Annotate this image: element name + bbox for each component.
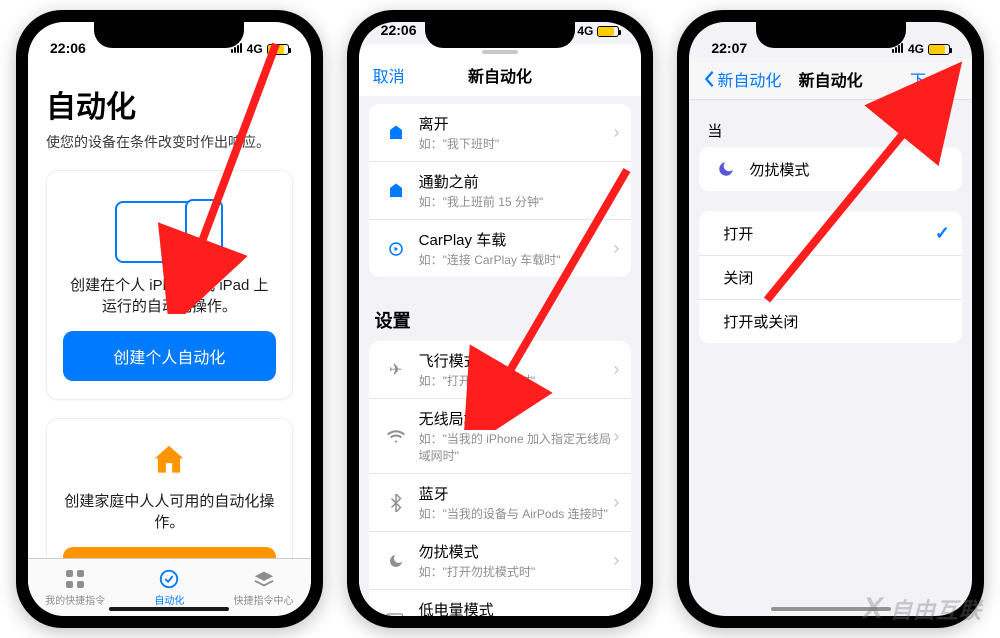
bluetooth-icon bbox=[383, 494, 409, 512]
page-subtitle: 使您的设备在条件改变时作出响应。 bbox=[46, 132, 293, 152]
trigger-before-commute[interactable]: 通勤之前 如："我上班前 15 分钟" › bbox=[369, 161, 632, 219]
stack-icon bbox=[219, 568, 309, 590]
row-title: 勿扰模式 bbox=[749, 159, 950, 180]
personal-automation-card: 创建在个人 iPhone 或 iPad 上运行的自动化操作。 创建个人自动化 bbox=[46, 170, 293, 400]
tab-gallery[interactable]: 快捷指令中心 bbox=[219, 568, 309, 607]
trigger-do-not-disturb[interactable]: 勿扰模式 如："打开勿扰模式时" › bbox=[369, 531, 632, 589]
trigger-low-power[interactable]: 低电量模式 例如："低电量模式已关闭时" › bbox=[369, 589, 632, 616]
network-label: 4G bbox=[908, 42, 924, 56]
chevron-right-icon: › bbox=[613, 238, 619, 259]
option-turn-off[interactable]: 关闭 bbox=[699, 255, 962, 299]
notch bbox=[94, 22, 244, 48]
row-sub: 如："当我的设备与 AirPods 连接时" bbox=[419, 505, 614, 522]
low-battery-icon bbox=[383, 613, 409, 617]
row-title: 低电量模式 bbox=[419, 599, 614, 616]
chevron-right-icon: › bbox=[613, 359, 619, 380]
home-indicator[interactable] bbox=[109, 607, 229, 611]
devices-illustration bbox=[63, 189, 276, 263]
watermark-text: 自由互联 bbox=[890, 593, 982, 625]
trigger-carplay[interactable]: CarPlay 车载 如："连接 CarPlay 车载时" › bbox=[369, 219, 632, 277]
section-settings-header: 设置 bbox=[359, 291, 642, 341]
row-sub: 如："打开飞行模式时" bbox=[419, 372, 614, 389]
status-time: 22:06 bbox=[381, 22, 417, 38]
back-label: 新自动化 bbox=[717, 67, 781, 91]
wifi-icon bbox=[383, 429, 409, 443]
notch bbox=[425, 22, 575, 48]
nav-title: 新自动化 bbox=[799, 67, 863, 91]
commute-icon bbox=[383, 182, 409, 200]
row-title: 打开 bbox=[723, 223, 935, 244]
tab-automation[interactable]: 自动化 bbox=[124, 568, 214, 607]
grid-icon bbox=[30, 568, 120, 590]
chevron-right-icon: › bbox=[613, 550, 619, 571]
phone-frame-2: 22:06 4G 取消 新自动化 bbox=[347, 10, 654, 628]
row-title: 通勤之前 bbox=[419, 171, 614, 192]
watermark-logo-icon: X bbox=[863, 592, 884, 626]
location-leave-icon bbox=[383, 124, 409, 142]
phone-frame-3: 22:07 4G 新自动化 新自动化 下一步 当 bbox=[677, 10, 984, 628]
row-title: CarPlay 车载 bbox=[419, 229, 614, 250]
home-automation-card: 创建家庭中人人可用的自动化操作。 设置家居中枢 bbox=[46, 418, 293, 558]
airplane-icon: ✈ bbox=[383, 360, 409, 380]
network-label: 4G bbox=[577, 24, 593, 38]
row-sub: 如："我上班前 15 分钟" bbox=[419, 193, 614, 210]
tab-my-shortcuts[interactable]: 我的快捷指令 bbox=[30, 568, 120, 607]
row-title: 蓝牙 bbox=[419, 483, 614, 504]
row-title: 关闭 bbox=[723, 267, 950, 288]
cancel-button[interactable]: 取消 bbox=[373, 63, 405, 87]
status-time: 22:07 bbox=[711, 40, 747, 56]
battery-icon bbox=[928, 44, 950, 55]
trigger-airplane-mode[interactable]: ✈ 飞行模式 如："打开飞行模式时" › bbox=[369, 341, 632, 398]
chevron-right-icon: › bbox=[613, 608, 619, 616]
watermark: X 自由互联 bbox=[863, 592, 982, 626]
row-sub: 如："当我的 iPhone 加入指定无线局域网时" bbox=[419, 430, 614, 464]
nav-title: 新自动化 bbox=[468, 63, 532, 87]
setup-home-hub-button[interactable]: 设置家居中枢 bbox=[63, 547, 276, 558]
row-title: 飞行模式 bbox=[419, 350, 614, 371]
clock-check-icon bbox=[124, 568, 214, 590]
option-turn-on[interactable]: 打开 ✓ bbox=[699, 211, 962, 255]
tab-label: 快捷指令中心 bbox=[219, 592, 309, 607]
tab-label: 我的快捷指令 bbox=[30, 592, 120, 607]
row-title: 勿扰模式 bbox=[419, 541, 614, 562]
row-sub: 如："连接 CarPlay 车载时" bbox=[419, 251, 614, 268]
row-sub: 如："打开勿扰模式时" bbox=[419, 563, 614, 580]
status-time: 22:06 bbox=[50, 40, 86, 56]
chevron-left-icon bbox=[703, 70, 715, 88]
trigger-leave[interactable]: 离开 如："我下班时" › bbox=[369, 104, 632, 161]
row-title: 打开或关闭 bbox=[723, 311, 950, 332]
row-sub: 如："我下班时" bbox=[419, 135, 614, 152]
condition-dnd: 勿扰模式 bbox=[699, 147, 962, 191]
chevron-right-icon: › bbox=[613, 180, 619, 201]
chevron-right-icon: › bbox=[613, 426, 619, 447]
chevron-right-icon: › bbox=[613, 492, 619, 513]
page-title: 自动化 bbox=[46, 82, 293, 126]
option-on-or-off[interactable]: 打开或关闭 bbox=[699, 299, 962, 343]
trigger-bluetooth[interactable]: 蓝牙 如："当我的设备与 AirPods 连接时" › bbox=[369, 473, 632, 531]
moon-icon bbox=[383, 553, 409, 569]
trigger-wifi[interactable]: 无线局域网 如："当我的 iPhone 加入指定无线局域网时" › bbox=[369, 398, 632, 473]
battery-icon bbox=[597, 26, 619, 37]
back-button[interactable]: 新自动化 bbox=[703, 67, 781, 91]
network-label: 4G bbox=[247, 42, 263, 56]
section-when-header: 当 bbox=[689, 106, 972, 147]
chevron-right-icon: › bbox=[613, 122, 619, 143]
home-icon bbox=[150, 441, 188, 479]
card-text: 创建家庭中人人可用的自动化操作。 bbox=[63, 491, 276, 533]
notch bbox=[756, 22, 906, 48]
checkmark-icon: ✓ bbox=[935, 223, 950, 244]
card-text: 创建在个人 iPhone 或 iPad 上运行的自动化操作。 bbox=[63, 275, 276, 317]
tab-label: 自动化 bbox=[124, 592, 214, 607]
create-personal-automation-button[interactable]: 创建个人自动化 bbox=[63, 331, 276, 381]
battery-icon bbox=[267, 44, 289, 55]
carplay-icon bbox=[383, 240, 409, 258]
moon-icon bbox=[713, 160, 739, 178]
next-button[interactable]: 下一步 bbox=[910, 67, 958, 91]
phone-frame-1: 22:06 4G 自动化 使您的设备在条件改变时作出响应。 创建在个人 iPho… bbox=[16, 10, 323, 628]
row-title: 离开 bbox=[419, 113, 614, 134]
row-title: 无线局域网 bbox=[419, 408, 614, 429]
